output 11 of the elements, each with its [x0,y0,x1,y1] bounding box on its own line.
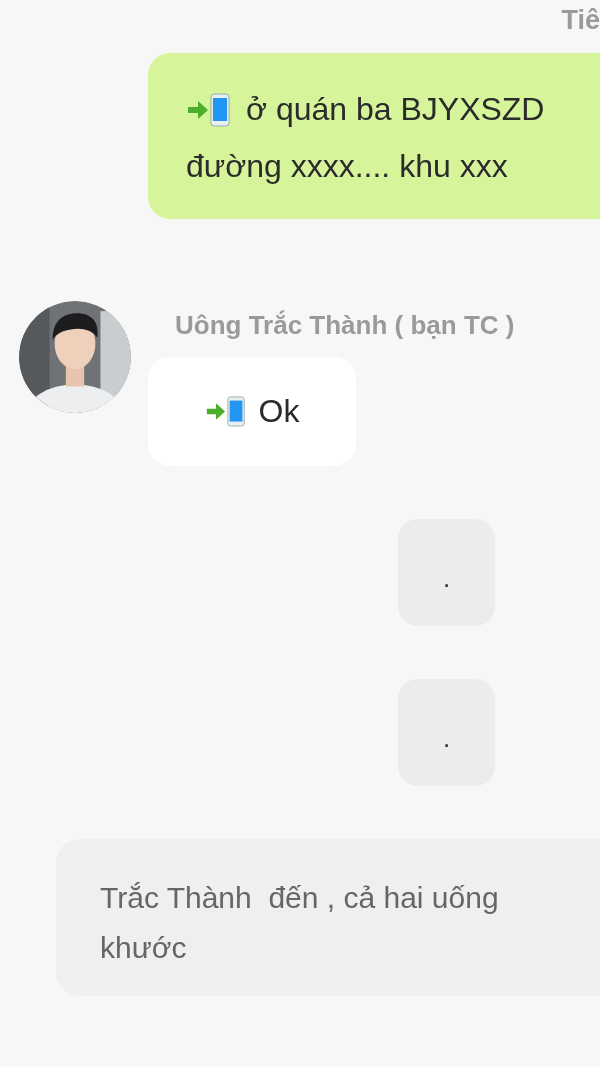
sender-name: Uông Trắc Thành ( bạn TC ) [175,309,515,342]
message-text: . [442,562,451,594]
sender-name: Tiê [561,4,600,37]
phone-arrow-icon [204,396,247,427]
message-text: ở quán ba BJYXSZD [246,91,545,128]
narration-text: khước [100,930,187,966]
message-text: . [442,722,451,754]
phone-arrow-icon [186,92,232,127]
message-text: đường xxxx.... khu xxx [186,148,508,185]
message-text: Ok [258,393,300,430]
narration-text: Trắc Thành đến , cả hai uống [100,880,499,916]
